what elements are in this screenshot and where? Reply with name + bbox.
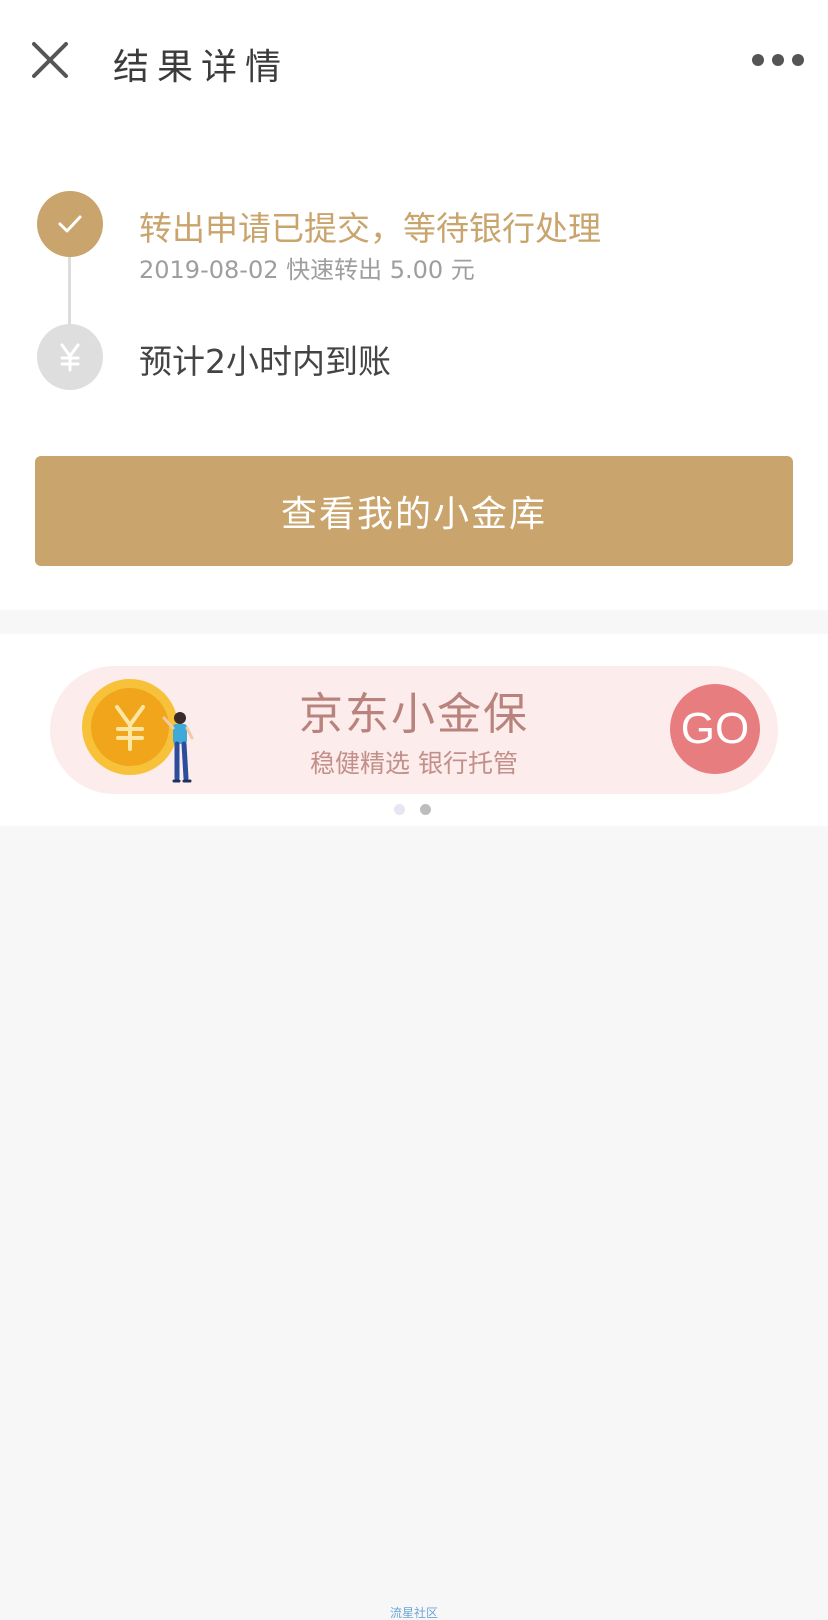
promo-banner[interactable]: 京东小金保 稳健精选 银行托管 GO [50, 666, 778, 794]
close-icon [32, 42, 68, 78]
view-vault-button[interactable]: 查看我的小金库 [35, 456, 793, 566]
more-dots-icon [792, 54, 804, 66]
step-done-indicator [37, 191, 103, 257]
page-title: 结果详情 [113, 47, 290, 88]
check-icon [58, 215, 82, 233]
result-panel: 结果详情 转出申请已提交，等待银行处理 2019-08-02 快速转出 5.00… [0, 0, 828, 610]
more-dots-icon [752, 54, 764, 66]
step-pending-indicator [37, 324, 103, 390]
step2-title: 预计2小时内到账 [139, 342, 391, 381]
go-button[interactable]: GO [670, 684, 760, 774]
more-button[interactable] [748, 42, 808, 78]
close-button[interactable] [26, 36, 76, 86]
promo-subtitle: 稳健精选 银行托管 [310, 749, 518, 778]
watermark: 流星社区 [389, 1606, 438, 1620]
step1-title: 转出申请已提交，等待银行处理 [139, 209, 601, 248]
step1-subtitle: 2019-08-02 快速转出 5.00 元 [139, 256, 475, 284]
more-dots-icon [772, 54, 784, 66]
promo-title: 京东小金保 [299, 689, 529, 740]
carousel-dot[interactable] [394, 804, 405, 815]
header: 结果详情 [0, 0, 828, 125]
yen-icon [60, 343, 80, 372]
page: 结果详情 转出申请已提交，等待银行处理 2019-08-02 快速转出 5.00… [0, 0, 828, 1620]
promo-section: 京东小金保 稳健精选 银行托管 GO [0, 634, 828, 826]
carousel-dot-active[interactable] [420, 804, 431, 815]
timeline-connector [68, 255, 71, 325]
